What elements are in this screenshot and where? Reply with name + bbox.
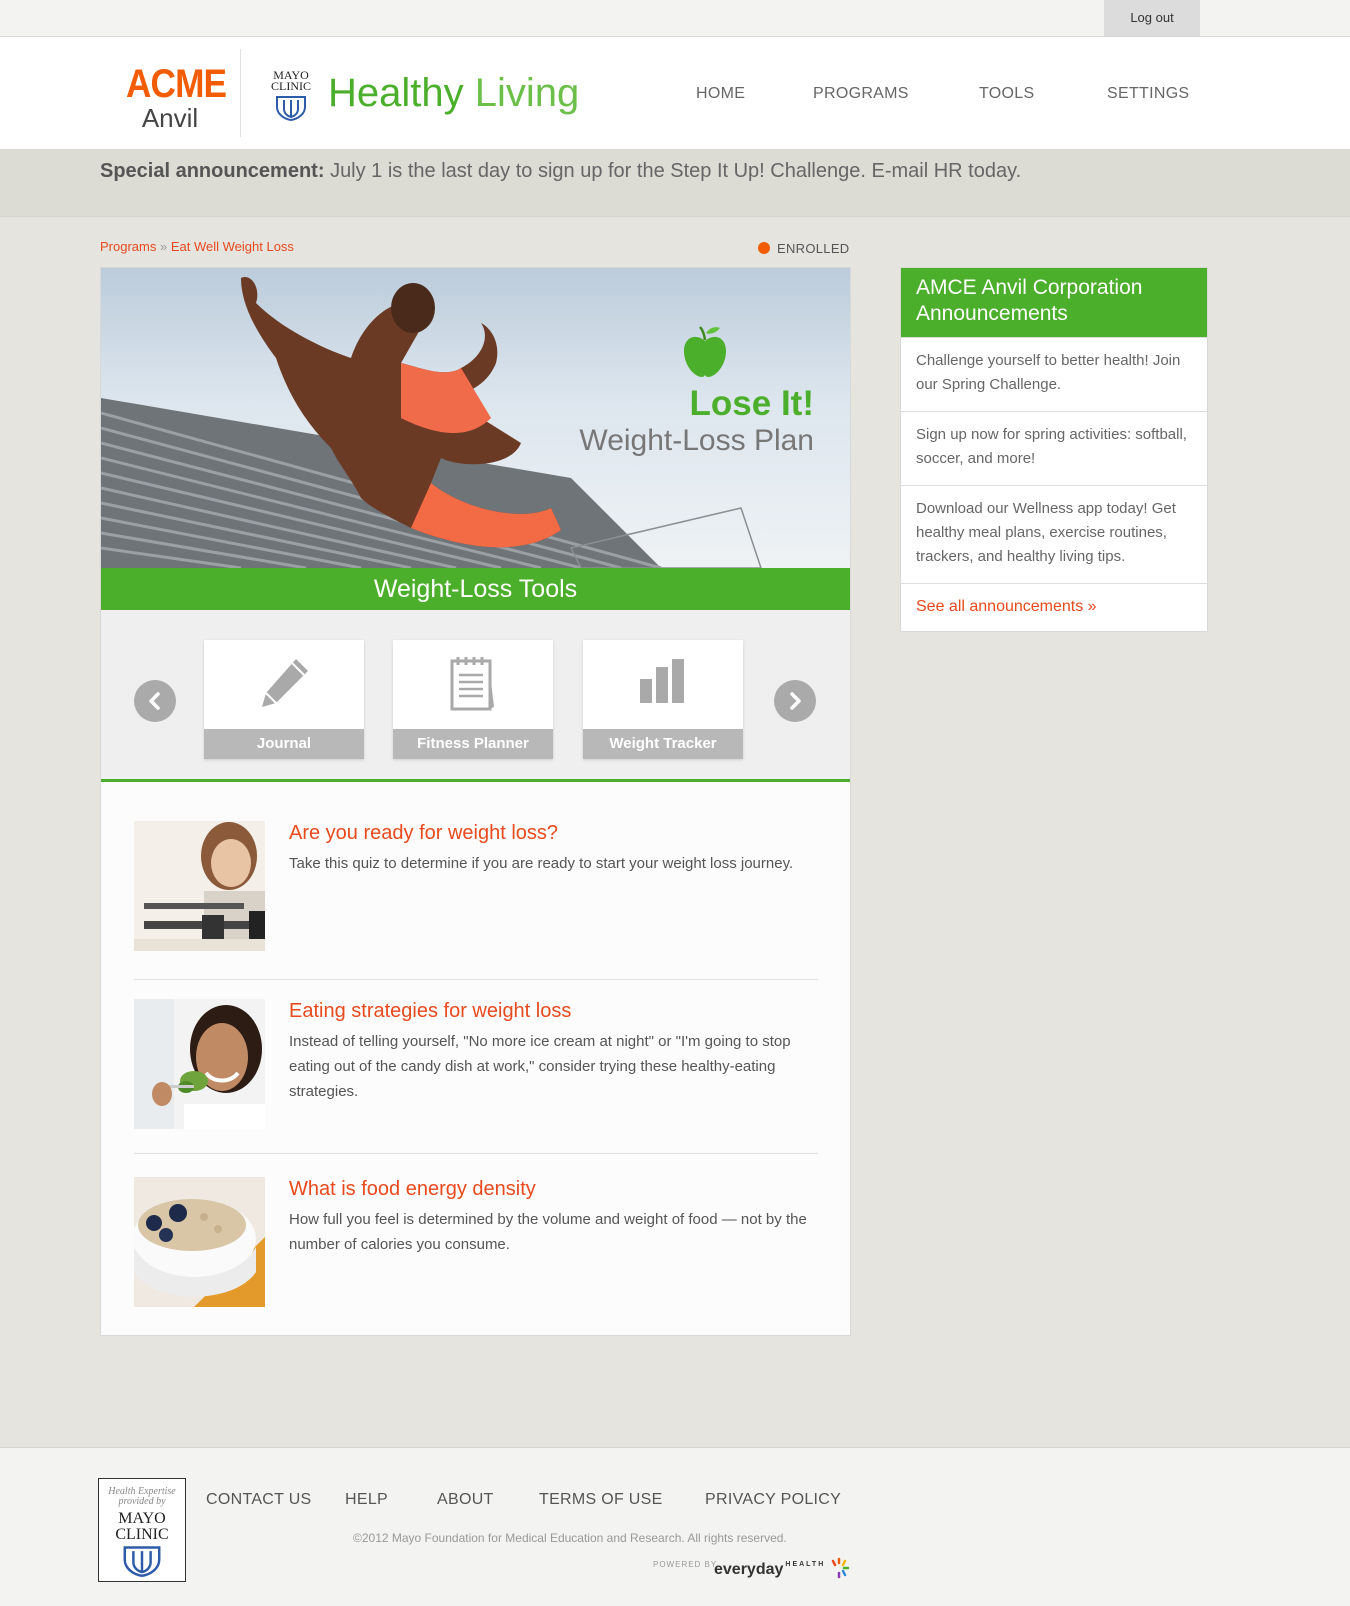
brand-word-living: Living [474,71,580,115]
acme-logo-text: ACME [126,62,227,106]
announcement-text: July 1 is the last day to sign up for th… [330,160,1022,182]
tool-journal-icon-wrap [204,655,364,715]
program-card: Lose It! Weight-Loss Plan Weight-Loss To… [100,267,851,1336]
top-bar: Log out [0,0,1350,37]
footer-privacy-link[interactable]: PRIVACY POLICY [705,1491,841,1509]
hero-title-main: Lose It! [689,384,814,423]
salad-photo-image [134,999,265,1129]
tool-fitness-planner[interactable]: Fitness Planner [393,640,553,759]
site-header: ACME Anvil MAYO CLINIC Healthy Living HO… [0,37,1350,149]
oatmeal-photo[interactable] [134,1177,265,1307]
mayo-logo-line2: CLINIC [271,79,311,93]
hero-title: Lose It! Weight-Loss Plan [579,385,814,459]
nav-home[interactable]: HOME [696,85,745,103]
mayo-clinic-badge: Health Expertise provided by MAYO CLINIC [98,1478,186,1582]
announcements-panel: AMCE Anvil Corporation Announcements Cha… [900,267,1208,632]
tool-fitness-label: Fitness Planner [393,729,553,759]
announcements-heading: AMCE Anvil Corporation Announcements [901,268,1207,337]
acme-anvil-logo[interactable]: ACME Anvil [120,62,227,133]
announcement-item[interactable]: Challenge yourself to better health! Joi… [901,337,1207,411]
special-announcement: Special announcement: July 1 is the last… [100,160,1021,183]
hero-banner: Lose It! Weight-Loss Plan [101,268,850,568]
enrolled-label: ENROLLED [777,241,850,256]
footer-about-link[interactable]: ABOUT [437,1491,494,1509]
breadcrumb-current-link[interactable]: Eat Well Weight Loss [171,239,294,254]
header-divider [240,49,241,137]
everyday-word: everyday [714,1561,784,1578]
mayo-shield-icon [123,1546,161,1577]
footer-terms-link[interactable]: TERMS OF USE [539,1491,663,1509]
scale-photo-image [134,821,265,951]
enrolled-status-badge: ENROLLED [758,241,849,256]
announcement-item[interactable]: Sign up now for spring activities: softb… [901,411,1207,485]
breadcrumb: Programs » Eat Well Weight Loss [100,239,294,254]
footer-contact-link[interactable]: CONTACT US [206,1491,312,1509]
healthy-living-brand[interactable]: Healthy Living [328,68,579,118]
status-dot-icon [758,242,770,254]
article-divider [134,979,818,980]
salad-photo[interactable] [134,999,265,1129]
article-title-link[interactable]: Are you ready for weight loss? [289,821,558,845]
notepad-icon [450,657,494,711]
chevron-left-icon [149,692,160,710]
tool-journal-label: Journal [204,729,364,759]
tool-weight-icon-wrap [583,655,743,715]
sunburst-icon [831,1557,849,1579]
carousel-prev-button[interactable] [134,680,176,722]
badge-line4: CLINIC [115,1526,169,1543]
logout-button[interactable]: Log out [1104,0,1200,36]
powered-by-label: POWERED BY [653,1560,718,1569]
badge-line2: provided by [118,1496,166,1507]
announcement-item[interactable]: Download our Wellness app today! Get hea… [901,485,1207,583]
apple-icon [684,326,726,377]
scale-photo[interactable] [134,821,265,951]
footer-help-link[interactable]: HELP [345,1491,388,1509]
tool-fitness-icon-wrap [393,655,553,715]
see-all-announcements-link[interactable]: See all announcements » [901,583,1207,631]
nav-programs[interactable]: PROGRAMS [813,85,909,103]
breadcrumb-programs-link[interactable]: Programs [100,239,156,254]
carousel-next-button[interactable] [774,680,816,722]
site-footer: Health Expertise provided by MAYO CLINIC [0,1447,1350,1606]
tool-journal[interactable]: Journal [204,640,364,759]
article-description: How full you feel is determined by the v… [289,1211,807,1253]
tool-weight-label: Weight Tracker [583,729,743,759]
anvil-logo-text: Anvil [141,103,199,133]
tool-weight-tracker[interactable]: Weight Tracker [583,640,743,759]
tools-heading-bar: Weight-Loss Tools [101,568,850,610]
badge-line3: MAYO [118,1510,166,1527]
article-description: Instead of telling yourself, "No more ic… [289,1033,791,1100]
hero-subtitle: Weight-Loss Plan [579,424,814,457]
everyday-health-logo[interactable]: everyday HEALTH [714,1557,850,1579]
brand-word-healthy: Healthy [328,71,464,115]
announcement-label: Special announcement: [100,160,325,182]
nav-tools[interactable]: TOOLS [979,85,1034,103]
pencil-icon [262,659,308,707]
article-title-link[interactable]: Eating strategies for weight loss [289,999,571,1023]
nav-settings[interactable]: SETTINGS [1107,85,1189,103]
breadcrumb-separator: » [159,239,168,254]
tools-carousel: Journal Fitness Planner Weight Tracker [101,610,850,782]
chevron-right-icon [790,692,801,710]
health-word: HEALTH [785,1561,826,1568]
article-divider [134,1153,818,1154]
mayo-shield-icon [276,96,306,121]
copyright-text: ©2012 Mayo Foundation for Medical Educat… [353,1531,787,1545]
article-description: Take this quiz to determine if you are r… [289,855,794,872]
mayo-clinic-logo: MAYO CLINIC [266,69,316,121]
oatmeal-photo-image [134,1177,265,1307]
bar-chart-icon [640,659,684,703]
article-title-link[interactable]: What is food energy density [289,1177,536,1201]
